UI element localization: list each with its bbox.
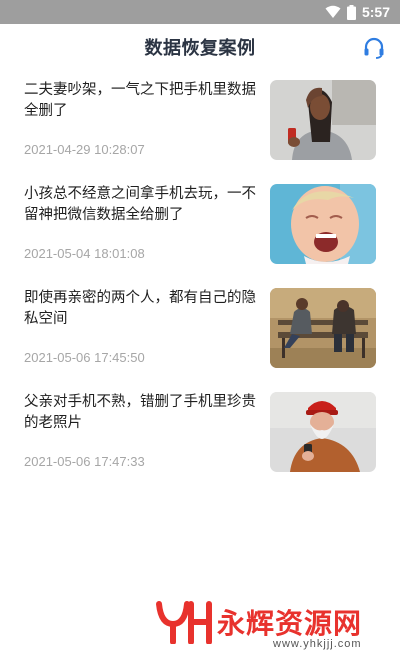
case-date: 2021-05-04 18:01:08 [24, 246, 145, 261]
case-date: 2021-05-06 17:45:50 [24, 350, 145, 365]
battery-icon [346, 4, 356, 20]
case-title: 二夫妻吵架，一气之下把手机里数据全删了 [24, 82, 256, 119]
woman-with-phone-photo [270, 80, 376, 160]
case-list: 二夫妻吵架，一气之下把手机里数据全删了 2021-04-29 10:28:07 … [0, 78, 400, 494]
case-title: 即使再亲密的两个人，都有自己的隐私空间 [24, 290, 256, 327]
headset-icon[interactable] [362, 36, 386, 60]
case-item[interactable]: 即使再亲密的两个人，都有自己的隐私空间 2021-05-06 17:45:50 [0, 286, 400, 390]
crying-child-photo [270, 184, 376, 264]
case-date: 2021-04-29 10:28:07 [24, 142, 145, 157]
case-item[interactable]: 父亲对手机不熟，错删了手机里珍贵的老照片 2021-05-06 17:47:33 [0, 390, 400, 494]
site-watermark: 永辉资源网 www.yhkjjj.com [155, 600, 385, 656]
case-item[interactable]: 二夫妻吵架，一气之下把手机里数据全删了 2021-04-29 10:28:07 [0, 78, 400, 182]
wifi-icon [325, 5, 341, 18]
watermark-name: 永辉资源网 [217, 607, 363, 640]
case-title: 小孩总不经意之间拿手机去玩，一不留神把微信数据全给删了 [24, 186, 256, 223]
case-date: 2021-05-06 17:47:33 [24, 454, 145, 469]
page-title: 数据恢复案例 [144, 38, 256, 59]
old-man-with-phone-photo [270, 392, 376, 472]
watermark-url: www.yhkjjj.com [273, 638, 362, 650]
case-item[interactable]: 小孩总不经意之间拿手机去玩，一不留神把微信数据全给删了 2021-05-04 1… [0, 182, 400, 286]
couple-on-bench-photo [270, 288, 376, 368]
app-header: 数据恢复案例 [0, 24, 400, 70]
status-bar: 5:57 [0, 0, 400, 24]
case-title: 父亲对手机不熟，错删了手机里珍贵的老照片 [24, 394, 256, 431]
watermark-logo [156, 601, 212, 644]
status-time: 5:57 [361, 4, 390, 20]
